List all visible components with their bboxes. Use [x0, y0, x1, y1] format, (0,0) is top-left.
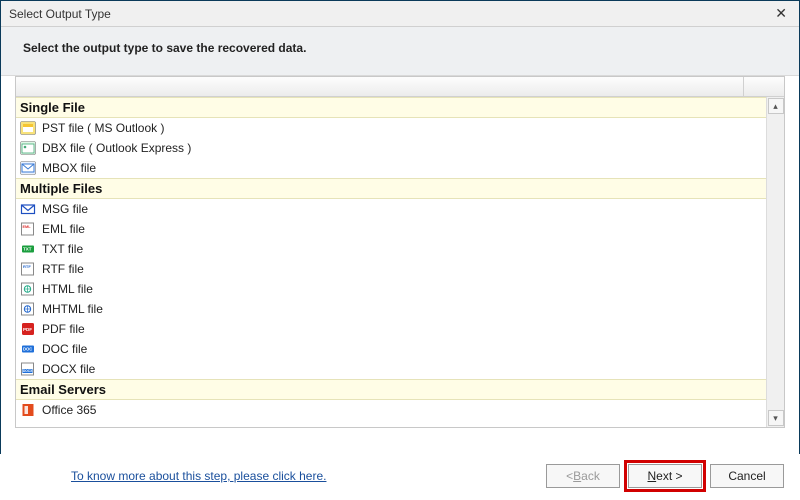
output-type-list: Single File PST file ( MS Outlook ) DBX fi…: [15, 76, 785, 428]
list-column-header: [16, 77, 784, 97]
back-button: < Back: [546, 464, 620, 488]
output-type-item[interactable]: DBX file ( Outlook Express ): [16, 138, 766, 158]
pst-icon: [20, 120, 36, 136]
svg-text:PDF: PDF: [23, 327, 32, 332]
section-header: Multiple Files: [16, 178, 766, 199]
output-type-label: Office 365: [42, 403, 96, 417]
output-type-item[interactable]: DOC DOC file: [16, 339, 766, 359]
output-type-label: HTML file: [42, 282, 93, 296]
instruction-text: Select the output type to save the recov…: [23, 41, 306, 55]
output-type-label: DOCX file: [42, 362, 95, 376]
vertical-scrollbar[interactable]: ▴ ▾: [766, 97, 784, 427]
msg-icon: [20, 201, 36, 217]
output-type-label: DOC file: [42, 342, 87, 356]
output-type-item[interactable]: PST file ( MS Outlook ): [16, 118, 766, 138]
titlebar: Select Output Type ✕: [1, 1, 799, 27]
rtf-icon: RTF: [20, 261, 36, 277]
output-type-label: DBX file ( Outlook Express ): [42, 141, 191, 155]
output-type-item[interactable]: PDF PDF file: [16, 319, 766, 339]
cancel-button[interactable]: Cancel: [710, 464, 784, 488]
svg-text:DOCX: DOCX: [23, 369, 33, 373]
output-type-label: MHTML file: [42, 302, 103, 316]
output-type-label: PST file ( MS Outlook ): [42, 121, 164, 135]
svg-text:DOC: DOC: [23, 347, 32, 352]
output-type-label: RTF file: [42, 262, 84, 276]
wizard-footer: To know more about this step, please cli…: [0, 454, 800, 500]
svg-text:EML: EML: [23, 225, 32, 229]
docx-icon: DOCX: [20, 361, 36, 377]
output-type-item[interactable]: EML EML file: [16, 219, 766, 239]
output-type-label: EML file: [42, 222, 85, 236]
window-title: Select Output Type: [9, 7, 111, 21]
instruction-bar: Select the output type to save the recov…: [1, 27, 799, 76]
output-type-item[interactable]: TXT TXT file: [16, 239, 766, 259]
svg-text:RTF: RTF: [23, 264, 31, 269]
output-type-item[interactable]: MBOX file: [16, 158, 766, 178]
svg-text:TXT: TXT: [23, 247, 32, 252]
output-type-item[interactable]: MHTML file: [16, 299, 766, 319]
help-link[interactable]: To know more about this step, please cli…: [71, 469, 326, 483]
section-header: Email Servers: [16, 379, 766, 400]
mhtml-icon: [20, 301, 36, 317]
doc-icon: DOC: [20, 341, 36, 357]
output-type-item[interactable]: RTF RTF file: [16, 259, 766, 279]
close-icon[interactable]: ✕: [771, 5, 791, 22]
section-header: Single File: [16, 97, 766, 118]
output-type-item[interactable]: HTML file: [16, 279, 766, 299]
scroll-down-icon[interactable]: ▾: [768, 410, 784, 426]
output-type-label: MSG file: [42, 202, 88, 216]
o365-icon: [20, 402, 36, 418]
output-type-label: MBOX file: [42, 161, 96, 175]
scroll-up-icon[interactable]: ▴: [768, 98, 784, 114]
output-type-label: PDF file: [42, 322, 85, 336]
html-icon: [20, 281, 36, 297]
output-type-item[interactable]: Office 365: [16, 400, 766, 420]
dbx-icon: [20, 140, 36, 156]
next-button[interactable]: Next >: [628, 464, 702, 488]
output-type-item[interactable]: MSG file: [16, 199, 766, 219]
output-type-item[interactable]: DOCX DOCX file: [16, 359, 766, 379]
eml-icon: EML: [20, 221, 36, 237]
mbox-icon: [20, 160, 36, 176]
pdf-icon: PDF: [20, 321, 36, 337]
output-type-label: TXT file: [42, 242, 83, 256]
txt-icon: TXT: [20, 241, 36, 257]
